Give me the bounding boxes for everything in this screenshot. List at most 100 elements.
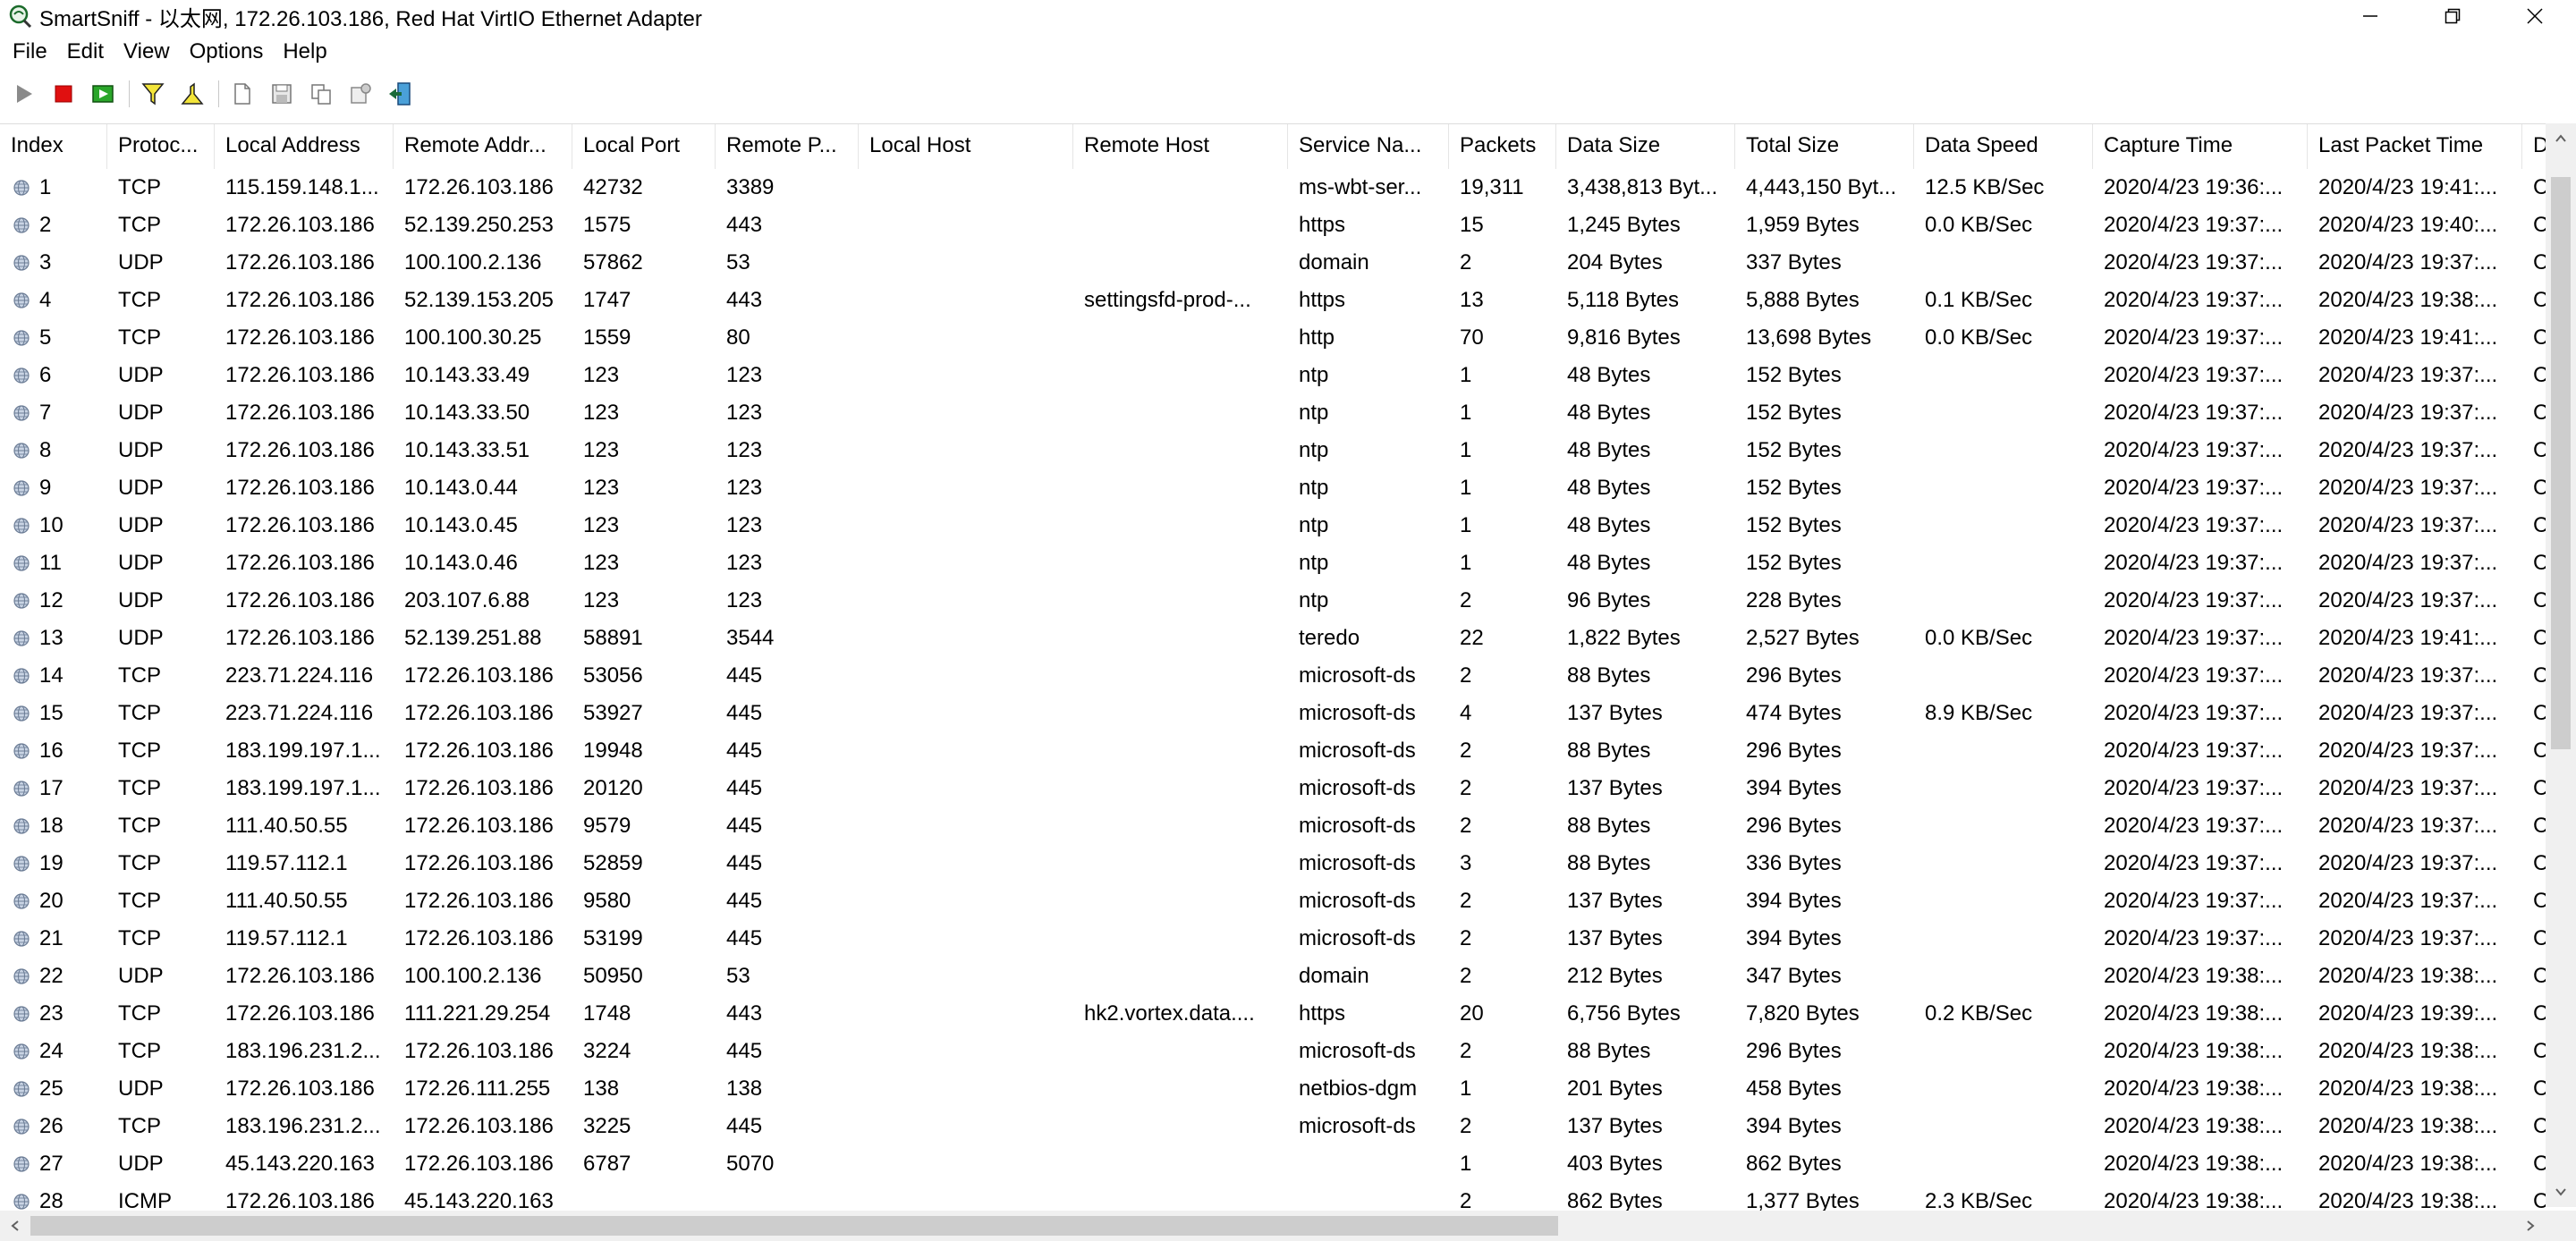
cell-remote-port: 123 (726, 588, 763, 612)
cell-local-host (859, 732, 1073, 770)
globe-icon (13, 931, 30, 947)
toolbar-separator (218, 80, 220, 107)
table-row[interactable]: 8 UDP 172.26.103.186 10.143.33.51 123 123 ntp 1… (0, 432, 2548, 469)
table-row[interactable]: 1 TCP 115.159.148.1... 172.26.103.186 42732 3… (0, 169, 2548, 207)
table-row[interactable]: 20 TCP 111.40.50.55 172.26.103.186 9580 445 mi… (0, 882, 2548, 920)
scroll-right-button[interactable] (2515, 1211, 2546, 1241)
table-row[interactable]: 19 TCP 119.57.112.1 172.26.103.186 52859 445 m… (0, 845, 2548, 882)
cell-remote-host (1073, 469, 1288, 507)
new-button[interactable] (227, 79, 258, 109)
vertical-scroll-thumb[interactable] (2551, 177, 2571, 749)
scroll-up-button[interactable] (2546, 123, 2576, 154)
column-header-data-speed[interactable]: Data Speed (1914, 124, 2093, 169)
column-header-remote-port[interactable]: Remote P... (716, 124, 859, 169)
column-header-remote-host[interactable]: Remote Host (1073, 124, 1288, 169)
capture-from-file-button[interactable] (88, 79, 118, 109)
column-header-local-host[interactable]: Local Host (859, 124, 1073, 169)
table-row[interactable]: 18 TCP 111.40.50.55 172.26.103.186 9579 445 mi… (0, 807, 2548, 845)
horizontal-scroll-thumb[interactable] (30, 1216, 1558, 1236)
table-row[interactable]: 17 TCP 183.199.197.1... 172.26.103.186 20120… (0, 770, 2548, 807)
menu-help[interactable]: Help (273, 36, 336, 68)
cell-data-speed (1914, 657, 2093, 695)
table-row[interactable]: 21 TCP 119.57.112.1 172.26.103.186 53199 445 m… (0, 920, 2548, 958)
minimize-button[interactable] (2329, 0, 2411, 32)
table-row[interactable]: 24 TCP 183.196.231.2... 172.26.103.186 3224 4… (0, 1033, 2548, 1070)
restore-button[interactable] (2411, 0, 2494, 32)
table-row[interactable]: 16 TCP 183.199.197.1... 172.26.103.186 19948… (0, 732, 2548, 770)
capture-filter-button[interactable] (138, 79, 168, 109)
cell-service-name: ntp (1299, 551, 1329, 575)
cell-total-size: 394 Bytes (1746, 889, 1842, 913)
cell-capture-time: 2020/4/23 19:37:... (2104, 288, 2284, 312)
column-header-packets[interactable]: Packets (1449, 124, 1556, 169)
menu-file[interactable]: File (0, 36, 57, 68)
cell-data-size: 6,756 Bytes (1567, 1001, 1681, 1026)
column-header-local-port[interactable]: Local Port (572, 124, 716, 169)
exit-button[interactable] (385, 79, 415, 109)
table-row[interactable]: 25 UDP 172.26.103.186 172.26.111.255 138 138 n… (0, 1070, 2548, 1108)
stop-capture-button[interactable] (48, 79, 79, 109)
table-row[interactable]: 4 TCP 172.26.103.186 52.139.153.205 1747 443 s… (0, 282, 2548, 319)
table-row[interactable]: 14 TCP 223.71.224.116 172.26.103.186 53056 44… (0, 657, 2548, 695)
table-row[interactable]: 9 UDP 172.26.103.186 10.143.0.44 123 123 ntp 1 4… (0, 469, 2548, 507)
table-row[interactable]: 6 UDP 172.26.103.186 10.143.33.49 123 123 ntp 1… (0, 357, 2548, 394)
table-row[interactable]: 7 UDP 172.26.103.186 10.143.33.50 123 123 ntp 1… (0, 394, 2548, 432)
cell-packets: 2 (1460, 926, 1472, 950)
cell-protocol: TCP (118, 663, 161, 688)
table-row[interactable]: 11 UDP 172.26.103.186 10.143.0.46 123 123 ntp 1… (0, 545, 2548, 582)
table-row[interactable]: 5 TCP 172.26.103.186 100.100.30.25 1559 80 htt… (0, 319, 2548, 357)
column-header-data-size[interactable]: Data Size (1556, 124, 1735, 169)
table-row[interactable]: 15 TCP 223.71.224.116 172.26.103.186 53927 44… (0, 695, 2548, 732)
horizontal-scrollbar[interactable] (0, 1211, 2546, 1241)
cell-remote-host (1073, 319, 1288, 357)
column-header-last-packet-time[interactable]: Last Packet Time (2308, 124, 2522, 169)
cell-remote-address: 172.26.103.186 (404, 926, 554, 950)
column-header-capture-time[interactable]: Capture Time (2093, 124, 2308, 169)
copy-button[interactable] (306, 79, 336, 109)
row-index: 24 (39, 1039, 64, 1063)
cell-remote-host (1073, 1108, 1288, 1145)
menu-options[interactable]: Options (180, 36, 274, 68)
table-row[interactable]: 2 TCP 172.26.103.186 52.139.250.253 1575 443 h… (0, 207, 2548, 244)
start-capture-button[interactable] (9, 79, 39, 109)
packet-list-view[interactable]: Index Protoc... Local Address Remote Addr..… (0, 123, 2576, 1241)
display-filter-button[interactable] (177, 79, 208, 109)
table-row[interactable]: 3 UDP 172.26.103.186 100.100.2.136 57862 53 do… (0, 244, 2548, 282)
cell-protocol: UDP (118, 363, 164, 387)
column-header-protocol[interactable]: Protoc... (107, 124, 215, 169)
column-header-remote-address[interactable]: Remote Addr... (394, 124, 572, 169)
column-header-local-address[interactable]: Local Address (215, 124, 394, 169)
chevron-left-icon (11, 1220, 19, 1231)
cell-local-port: 1747 (583, 288, 631, 312)
cell-local-address: 172.26.103.186 (225, 401, 375, 425)
table-row[interactable]: 27 UDP 45.143.220.163 172.26.103.186 6787 507… (0, 1145, 2548, 1183)
cell-local-address: 172.26.103.186 (225, 588, 375, 612)
cell-capture-time: 2020/4/23 19:36:... (2104, 175, 2284, 199)
column-header-total-size[interactable]: Total Size (1735, 124, 1914, 169)
menu-edit[interactable]: Edit (57, 36, 114, 68)
column-header-index[interactable]: Index (0, 124, 107, 169)
properties-button[interactable] (345, 79, 376, 109)
column-header-service-name[interactable]: Service Na... (1288, 124, 1449, 169)
cell-total-size: 152 Bytes (1746, 513, 1842, 537)
cell-local-host (859, 207, 1073, 244)
row-index: 15 (39, 701, 64, 725)
table-row[interactable]: 22 UDP 172.26.103.186 100.100.2.136 50950 53 d… (0, 958, 2548, 995)
vertical-scrollbar[interactable] (2546, 123, 2576, 1207)
cell-remote-port: 445 (726, 851, 763, 875)
globe-icon (13, 1156, 30, 1172)
table-row[interactable]: 12 UDP 172.26.103.186 203.107.6.88 123 123 ntp… (0, 582, 2548, 620)
cell-packets: 1 (1460, 438, 1472, 462)
table-row[interactable]: 13 UDP 172.26.103.186 52.139.251.88 58891 354… (0, 620, 2548, 657)
scroll-down-button[interactable] (2546, 1177, 2576, 1207)
save-button[interactable] (267, 79, 297, 109)
cell-service-name: microsoft-ds (1299, 926, 1416, 950)
scroll-left-button[interactable] (0, 1211, 30, 1241)
table-row[interactable]: 23 TCP 172.26.103.186 111.221.29.254 1748 443… (0, 995, 2548, 1033)
table-row[interactable]: 26 TCP 183.196.231.2... 172.26.103.186 3225 4… (0, 1108, 2548, 1145)
close-button[interactable] (2494, 0, 2576, 32)
cell-service-name: ntp (1299, 476, 1329, 500)
cell-protocol: TCP (118, 175, 161, 199)
menu-view[interactable]: View (114, 36, 180, 68)
table-row[interactable]: 10 UDP 172.26.103.186 10.143.0.45 123 123 ntp 1… (0, 507, 2548, 545)
